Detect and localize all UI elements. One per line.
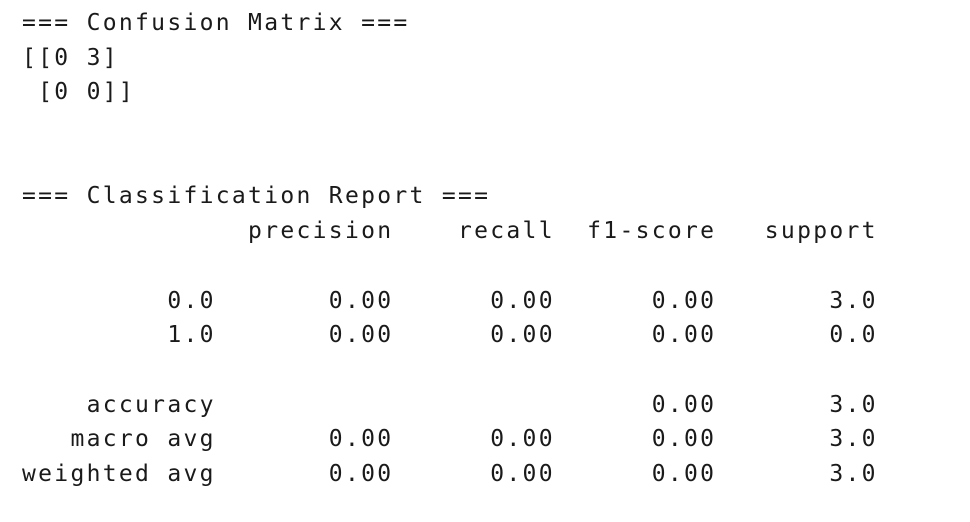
console-output: === Confusion Matrix === [[0 3] [0 0]] =… bbox=[22, 6, 878, 492]
report-row-class-1: 1.0 0.00 0.00 0.00 0.0 bbox=[22, 322, 878, 349]
confusion-matrix-row-2: [0 0]] bbox=[22, 79, 136, 106]
report-row-macro-avg: macro avg 0.00 0.00 0.00 3.0 bbox=[22, 426, 878, 453]
classification-report-heading: === Classification Report === bbox=[22, 183, 491, 210]
report-row-accuracy: accuracy 0.00 3.0 bbox=[22, 391, 878, 418]
confusion-matrix-heading: === Confusion Matrix === bbox=[22, 10, 410, 36]
confusion-matrix-row-1: [[0 3] bbox=[22, 44, 119, 71]
report-column-headers: precision recall f1-score support bbox=[22, 218, 878, 245]
report-row-weighted-avg: weighted avg 0.00 0.00 0.00 3.0 bbox=[22, 460, 878, 487]
report-row-class-0: 0.0 0.00 0.00 0.00 3.0 bbox=[22, 287, 878, 314]
